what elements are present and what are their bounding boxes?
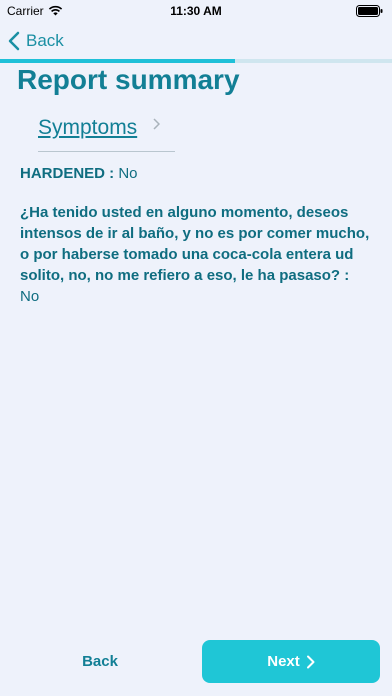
- answer-question: ¿Ha tenido usted en alguno momento, dese…: [20, 204, 370, 284]
- symptoms-section-link[interactable]: Symptoms: [38, 116, 175, 152]
- answer-value: No: [118, 165, 138, 182]
- progress-fill: [0, 59, 236, 63]
- battery-icon: [356, 5, 383, 17]
- answer-row: HARDENED : No: [20, 163, 372, 184]
- answer-row: ¿Ha tenido usted en alguno momento, dese…: [20, 202, 372, 307]
- nav-back-button[interactable]: Back: [8, 28, 64, 54]
- next-button[interactable]: Next: [202, 640, 380, 683]
- next-button-label: Next: [267, 653, 300, 670]
- chevron-right-icon: [306, 655, 315, 668]
- page-title: Report summary: [17, 64, 240, 95]
- progress-bar: [0, 59, 392, 63]
- answer-question: HARDENED :: [20, 165, 115, 182]
- section-link-label: Symptoms: [38, 116, 138, 139]
- answer-value: No: [20, 288, 40, 305]
- chevron-right-icon: [153, 118, 160, 130]
- chevron-left-icon: [8, 31, 20, 51]
- status-bar: Carrier 11:30 AM: [0, 0, 392, 22]
- nav-back-label: Back: [26, 31, 64, 50]
- footer-back-button[interactable]: Back: [60, 647, 140, 677]
- screen: Carrier 11:30 AM Back Report summary Sym…: [0, 0, 392, 696]
- status-time: 11:30 AM: [170, 4, 222, 18]
